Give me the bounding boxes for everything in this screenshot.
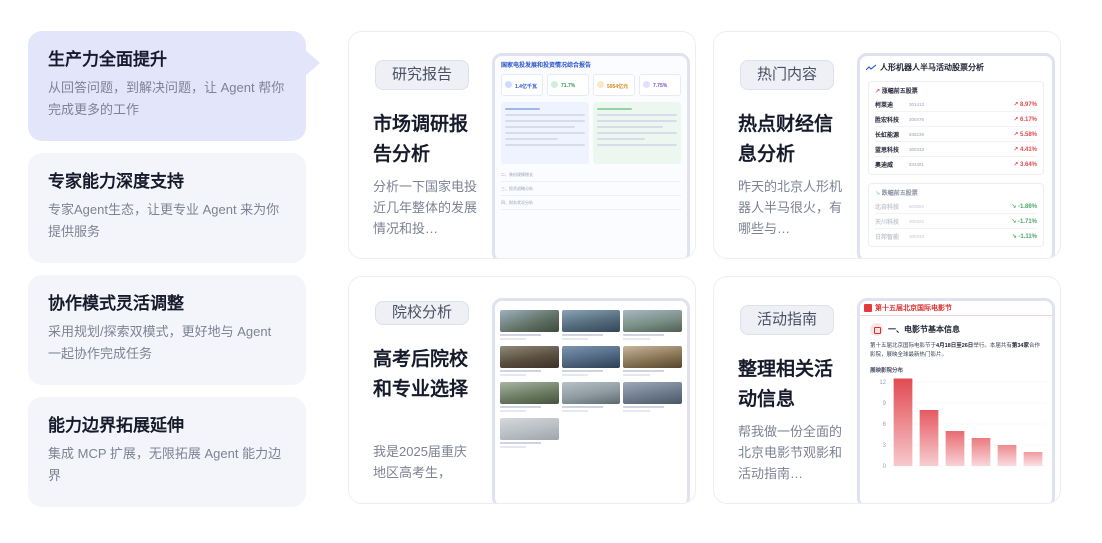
preview-row: 四、财务状况分析 xyxy=(501,200,681,210)
chart-bar xyxy=(1023,452,1043,466)
card-research-report[interactable]: 研究报告 市场调研报告分析 分析一下国家电投近几年整体的发展情况和投… 国家电投… xyxy=(348,31,696,259)
card-hot-content[interactable]: 热门内容 热点财经信息分析 昨天的北京人形机器人半马很火，有哪些与… 人形机器人… xyxy=(713,31,1061,259)
campus-photo xyxy=(561,346,621,368)
campus-photo xyxy=(561,310,621,332)
card-desc: 昨天的北京人形机器人半马很火，有哪些与… xyxy=(738,179,842,236)
section-title: 一、电影节基本信息 xyxy=(888,325,960,334)
feature-desc: 从回答问题，到解决问题，让 Agent 帮你完成更多的工作 xyxy=(48,80,285,117)
campus-grid xyxy=(495,310,687,451)
film-festival-preview: 第十五届北京国际电影节 一、电影节基本信息 第十五届北京国际电影节于4月18日至… xyxy=(857,298,1055,503)
card-title: 整理相关活动信息 xyxy=(738,359,834,410)
campus-photo xyxy=(500,310,559,332)
preview-panel xyxy=(593,102,681,164)
card-school-analysis[interactable]: 院校分析 高考后院校和专业选择 我是2025届重庆地区高考生， xyxy=(348,276,696,504)
school-preview xyxy=(492,298,690,503)
campus-photo xyxy=(500,382,559,404)
card-tag: 院校分析 xyxy=(375,301,470,325)
feature-title: 协作模式灵活调整 xyxy=(48,294,184,313)
feature-desc: 采用规划/探索双模式，更好地与 Agent 一起协作完成任务 xyxy=(48,324,272,361)
stat-card: 71.7% xyxy=(547,74,589,96)
feature-title: 生产力全面提升 xyxy=(48,50,167,69)
card-tag: 活动指南 xyxy=(740,305,835,335)
card-title: 市场调研报告分析 xyxy=(373,114,469,165)
campus-photo xyxy=(623,310,682,332)
card-desc: 我是2025届重庆地区高考生， xyxy=(373,444,467,480)
trend-icon xyxy=(866,64,876,70)
report-preview: 国家电投发展和投资情况综合报告 1.4亿千瓦 71.7% 5954亿元 7.75… xyxy=(492,53,690,258)
preview-title: 人形机器人半马活动股票分析 xyxy=(880,63,984,72)
losers-table: ↘ 跌幅前五股票 北自科技 603082 ↘ -1.86% 天川科技 300322 ↘ … xyxy=(868,183,1044,247)
card-tag: 热门内容 xyxy=(740,60,835,90)
feature-desc: 专家Agent生态，让更专业 Agent 来为你提供服务 xyxy=(48,202,280,239)
stat-card: 7.75% xyxy=(639,74,681,96)
y-tick-label: 3 xyxy=(883,443,887,449)
table-row: 长虹能源 836239 ↗ 5.58% xyxy=(875,127,1037,142)
feature-title: 专家能力深度支持 xyxy=(48,172,184,191)
table-row: 蓝思科技 300433 ↗ 4.41% xyxy=(875,142,1037,157)
preview-row: 三、投资战略分析 xyxy=(501,186,681,196)
cinema-bar-chart: 12 9 6 3 0 xyxy=(879,378,1046,470)
campus-photo xyxy=(500,418,559,440)
table-row: 北自科技 603082 ↘ -1.86% xyxy=(875,199,1037,214)
y-tick-label: 6 xyxy=(883,422,887,428)
table-row: 天川科技 300322 ↘ -1.71% xyxy=(875,214,1037,229)
stat-card: 1.4亿千瓦 xyxy=(501,74,543,96)
feature-mcp[interactable]: 能力边界拓展延伸 集成 MCP 扩展，无限拓展 Agent 能力边界 xyxy=(28,397,306,507)
feature-expert[interactable]: 专家能力深度支持 专家Agent生态，让更专业 Agent 来为你提供服务 xyxy=(28,153,306,263)
preview-title: 国家电投发展和投资情况综合报告 xyxy=(501,63,592,69)
section-text: 第十五届北京国际电影节于4月18日至26日举行。本届共有第34家合作影院，展映全… xyxy=(870,343,1040,358)
card-desc: 分析一下国家电投近几年整体的发展情况和投… xyxy=(373,179,477,236)
campus-photo xyxy=(561,382,621,404)
card-event-guide[interactable]: 活动指南 整理相关活动信息 帮我做一份全面的北京电影节观影和活动指南… 第十五届… xyxy=(713,276,1061,504)
chart-bar xyxy=(893,378,913,466)
gainers-title: 涨幅前五股票 xyxy=(881,89,918,95)
campus-photo xyxy=(623,382,682,404)
card-title: 热点财经信息分析 xyxy=(738,114,834,165)
table-row: 胜宏科技 300476 ↗ 6.17% xyxy=(875,112,1037,127)
feature-collab-mode[interactable]: 协作模式灵活调整 采用规划/探索双模式，更好地与 Agent 一起协作完成任务 xyxy=(28,275,306,385)
losers-title: 跌幅前五股票 xyxy=(881,191,918,197)
table-row: 奥迪威 832491 ↗ 3.64% xyxy=(875,162,1037,169)
y-tick-label: 0 xyxy=(883,464,887,470)
festival-logo-icon xyxy=(864,304,872,312)
campus-photo xyxy=(500,346,559,368)
chart-bar xyxy=(971,438,991,466)
preview-panel xyxy=(501,102,589,164)
stock-preview: 人形机器人半马活动股票分析 ↗ 涨幅前五股票 柯莱迪 301413 ↗ 8.97% … xyxy=(857,53,1055,258)
feature-desc: 集成 MCP 扩展，无限拓展 Agent 能力边界 xyxy=(48,446,282,483)
preview-title: 第十五届北京国际电影节 xyxy=(875,305,952,312)
table-row: 柯莱迪 301413 ↗ 8.97% xyxy=(875,97,1037,112)
card-tag: 研究报告 xyxy=(375,60,470,90)
chart-bar xyxy=(919,410,939,466)
y-tick-label: 12 xyxy=(879,380,886,386)
gainers-table: ↗ 涨幅前五股票 柯莱迪 301413 ↗ 8.97% 胜宏科技 300476 ↗ 6.… xyxy=(868,81,1044,175)
chart-bar xyxy=(997,445,1017,466)
y-tick-label: 9 xyxy=(883,401,887,407)
table-row: 日邦智能 300433 ↘ -1.11% xyxy=(875,234,1037,241)
feature-title: 能力边界拓展延伸 xyxy=(48,416,184,435)
calendar-icon xyxy=(870,323,883,336)
card-title: 高考后院校和专业选择 xyxy=(373,349,469,400)
campus-photo xyxy=(623,346,682,368)
feature-productivity[interactable]: 生产力全面提升 从回答问题，到解决问题，让 Agent 帮你完成更多的工作 xyxy=(28,31,320,141)
chart-bar xyxy=(945,431,965,466)
preview-row: 二、装机规模增长 xyxy=(501,172,681,182)
card-desc: 帮我做一份全面的北京电影节观影和活动指南… xyxy=(738,424,842,481)
chart-label: 展映影院分布 xyxy=(870,368,904,374)
stat-card: 5954亿元 xyxy=(593,74,635,96)
